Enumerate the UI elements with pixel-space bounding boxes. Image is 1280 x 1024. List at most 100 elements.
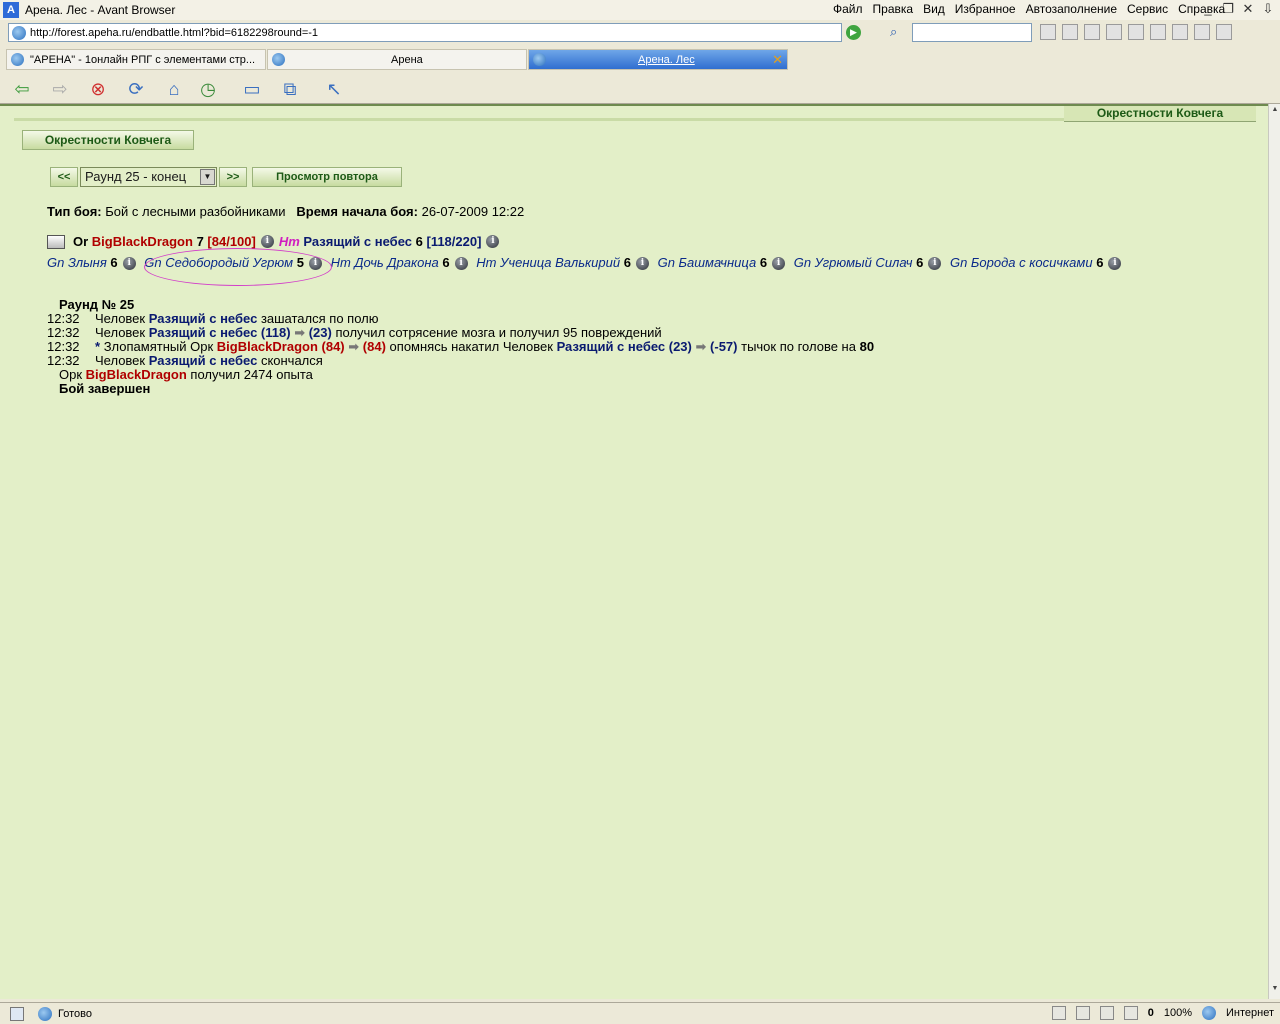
zoom-level[interactable]: 100% [1164,1007,1192,1019]
home-icon[interactable]: ⌂ [162,77,186,101]
search-icon[interactable]: ⌕ [890,24,897,40]
status-lock-icon[interactable] [1099,1006,1114,1020]
address-input[interactable]: http://forest.apeha.ru/endbattle.html?bi… [8,23,842,42]
highlight-ellipse [144,248,332,286]
refresh-icon[interactable]: ⟳ [124,77,148,101]
enemy-name[interactable]: Gn Злыня [47,255,107,270]
menu-autofill[interactable]: Автозаполнение [1021,2,1122,16]
page-icon [12,25,26,40]
search-input[interactable] [912,23,1032,42]
prev-round-button[interactable]: << [50,167,78,187]
restore-icon[interactable]: ❐ [1220,1,1236,17]
status-page-icon [38,1006,52,1021]
security-zone: Интернет [1226,1007,1274,1019]
tab-label: Арена [391,53,423,66]
log-line: 12:32 Человек Разящий с небес скончался [47,353,323,368]
tab-arena-home[interactable]: "АРЕНА" - 1онлайн РПГ с элементами стр..… [6,49,266,70]
enemy-name[interactable]: Hm Дочь Дракона [331,255,439,270]
log-line: 12:32 Человек Разящий с небес зашатался п… [47,311,379,326]
chevron-down-icon[interactable]: ▼ [200,169,215,185]
info-icon[interactable]: i [122,257,136,271]
status-printer-icon[interactable] [1075,1006,1090,1020]
enemy-name[interactable]: Hm Ученица Валькирий [476,255,620,270]
round-title: Раунд № 25 [59,297,135,312]
avant-logo-icon: A [3,2,19,18]
info-icon[interactable]: i [1108,257,1122,271]
menu-edit[interactable]: Правка [868,2,919,16]
info-icon[interactable]: i [772,257,786,271]
enemy-level: 6 [916,255,924,270]
history-icon[interactable]: ◷ [196,77,220,101]
window-icon[interactable]: ▭ [240,77,264,101]
tool-icon-3[interactable] [1084,24,1100,40]
enemy-level: 6 [1096,255,1104,270]
minimize-icon[interactable]: _ [1200,1,1216,17]
tab-arena[interactable]: Арена [267,49,527,70]
cascade-icon[interactable] [1150,24,1166,40]
tool-icon-1[interactable] [1040,24,1056,40]
right-toolbar [1040,24,1232,40]
close-all-icon[interactable] [1216,24,1232,40]
tab-page-icon [533,53,546,66]
tile-icon[interactable] [1172,24,1188,40]
cursor-icon[interactable]: ↖ [322,77,346,101]
enemy-name[interactable]: Gn Угрюмый Силач [794,255,913,270]
location-button[interactable]: Окрестности Ковчега [22,130,194,150]
arrow-right-icon: ➡ [348,339,360,354]
location-divider [14,118,1074,121]
arrow-right-icon: ➡ [695,339,707,354]
page-content: Окрестности Ковчега Окрестности Ковчега … [0,104,1268,999]
status-network-icon[interactable] [1051,1006,1066,1020]
stop-icon[interactable]: ⊗ [86,77,110,101]
battle-info: Тип боя: Бой с лесными разбойниками Врем… [47,204,524,219]
tab-bar: "АРЕНА" - 1онлайн РПГ с элементами стр..… [0,46,1280,72]
vertical-scrollbar[interactable]: ▲ ▼ [1268,104,1280,999]
grid-icon[interactable] [1194,24,1210,40]
download-icon[interactable]: ⇩ [1260,1,1276,17]
battle-type-label: Тип боя: [47,204,102,219]
forward-icon[interactable]: ⇨ [48,77,72,101]
tool-icon-2[interactable] [1062,24,1078,40]
status-bar: Готово 0 100% Интернет [0,1002,1280,1024]
popup-count: 0 [1147,1007,1154,1019]
menu-view[interactable]: Вид [918,2,950,16]
info-icon[interactable]: i [635,257,649,271]
menu-favorites[interactable]: Избранное [950,2,1021,16]
scroll-down-icon[interactable]: ▼ [1270,985,1280,997]
menu-tools[interactable]: Сервис [1122,2,1173,16]
battle-log-icon[interactable] [47,234,65,249]
popup-blocker-icon[interactable] [1123,1006,1138,1020]
back-icon[interactable]: ⇦ [10,77,34,101]
player-name[interactable]: BigBlackDragon [92,234,193,249]
scroll-up-icon[interactable]: ▲ [1270,106,1280,118]
exp-line: Орк BigBlackDragon получил 2474 опыта [59,367,313,382]
replay-button[interactable]: Просмотр повтора [252,167,402,187]
close-icon[interactable]: ✕ [1240,1,1256,17]
tab-page-icon [11,53,24,66]
round-select[interactable]: Раунд 25 - конец ▼ [80,167,217,187]
restore-window-icon[interactable]: ⧉ [278,77,302,101]
next-round-button[interactable]: >> [219,167,247,187]
side-a: Or BigBlackDragon 7 [84/100] i Hm Разящи… [47,234,504,249]
new-page-icon[interactable] [1128,24,1144,40]
info-icon[interactable]: i [928,257,942,271]
ally-race: Hm [278,234,300,249]
ally-name[interactable]: Разящий с небес [303,234,412,249]
enemy-name[interactable]: Gn Башмачница [658,255,757,270]
arrow-right-icon: ➡ [294,325,306,340]
enemy-level: 6 [110,255,118,270]
location-tab[interactable]: Окрестности Ковчега [1064,106,1256,122]
tab-close-icon[interactable]: ✕ [772,52,783,68]
info-icon[interactable]: i [454,257,468,271]
status-panel-icon[interactable] [10,1006,24,1021]
player-hp: [84/100] [207,234,256,249]
tool-icon-4[interactable] [1106,24,1122,40]
menu-file[interactable]: Файл [828,2,868,16]
enemy-name[interactable]: Gn Борода с косичками [950,255,1093,270]
info-icon[interactable]: i [486,235,500,248]
status-text: Готово [58,1007,92,1020]
start-time-value: 26-07-2009 12:22 [421,204,525,219]
tab-arena-forest[interactable]: Арена. Лес ✕ [528,49,788,70]
go-icon[interactable]: ▶ [846,25,861,40]
info-icon[interactable]: i [260,235,274,248]
